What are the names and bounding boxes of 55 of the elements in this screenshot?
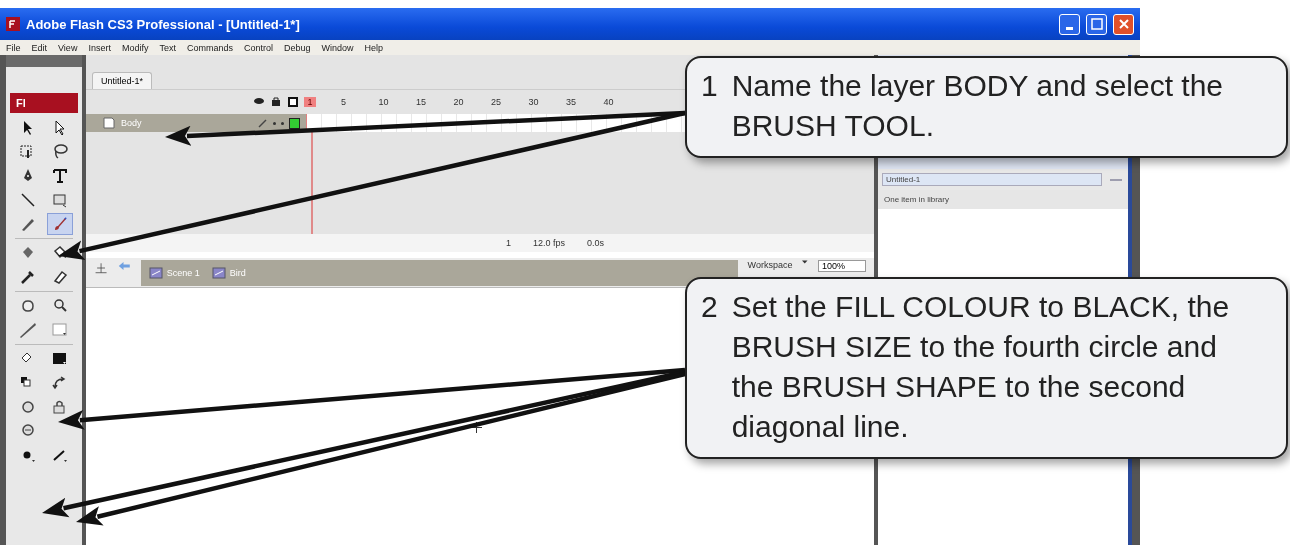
- menu-item[interactable]: Control: [243, 42, 273, 53]
- window-title: Adobe Flash CS3 Professional - [Untitled-1*]: [26, 16, 301, 32]
- app-icon: [6, 17, 20, 31]
- document-dropdown[interactable]: Untitled-1: [882, 173, 1102, 186]
- pencil-icon: [18, 320, 38, 340]
- symbol-icon: [211, 267, 226, 279]
- menu-item[interactable]: Commands: [186, 42, 233, 53]
- callout-text: Set the FILL COLOUR to BLACK, the BRUSH SIZE to the fourth circle and the BRUSH SHAPE to the second diagonal line.: [731, 289, 1231, 445]
- dot-icon: [273, 121, 276, 125]
- zoom-field[interactable]: 100%: [817, 260, 866, 272]
- timeline-status: 12.0 fps: [533, 238, 566, 248]
- timeline-status: 0.0s: [587, 238, 605, 248]
- scene-icon: [148, 267, 163, 279]
- menu-item[interactable]: Insert: [88, 42, 111, 53]
- close-button[interactable]: [1113, 13, 1134, 35]
- maximize-button[interactable]: [1086, 13, 1107, 35]
- lock-icon: [272, 97, 280, 106]
- close-icon: [1117, 18, 1130, 30]
- menu-item[interactable]: Window: [321, 42, 354, 53]
- minimize-button[interactable]: [1059, 13, 1080, 35]
- frame-number: 25: [491, 97, 502, 107]
- outline-color-icon: [289, 117, 300, 129]
- frame-number: 15: [416, 97, 427, 107]
- pencil-icon: [258, 118, 268, 128]
- dot-icon: [281, 121, 284, 125]
- workspace-menu[interactable]: Workspace: [747, 260, 793, 270]
- frame-number: 20: [453, 97, 465, 107]
- frame-number: 30: [528, 97, 540, 107]
- step-number: 1: [701, 68, 718, 104]
- text-icon: [50, 166, 70, 186]
- app-logo: Fl: [10, 93, 78, 113]
- maximize-icon: [1090, 18, 1103, 30]
- timeline-status: 1: [506, 238, 511, 248]
- menu-item[interactable]: Debug: [283, 42, 311, 53]
- menu-item[interactable]: Text: [159, 42, 176, 53]
- frame-number: 5: [341, 97, 347, 107]
- frame-number: 1: [304, 97, 316, 107]
- minimize-icon: [1066, 26, 1073, 30]
- menu-item[interactable]: File: [6, 42, 21, 53]
- callout-text: Name the layer BODY and select the BRUSH TOOL.: [731, 68, 1225, 144]
- step-number: 2: [701, 289, 718, 325]
- menu-item[interactable]: Modify: [121, 42, 149, 53]
- frame-number: 40: [603, 97, 615, 107]
- frame-number: 35: [566, 97, 577, 107]
- eye-icon: [254, 97, 264, 105]
- menu-item[interactable]: View: [58, 42, 78, 53]
- dropdown-arrow-icon[interactable]: [802, 260, 808, 264]
- menu-item[interactable]: Edit: [31, 42, 48, 53]
- library-count: One item in library: [878, 190, 1128, 209]
- timeline-toggle-icon[interactable]: [94, 260, 109, 276]
- document-tab[interactable]: Untitled-1*: [92, 72, 153, 89]
- outline-icon: [288, 97, 298, 107]
- menu-item[interactable]: Help: [364, 42, 384, 53]
- page-icon: [102, 116, 116, 130]
- frame-number: 10: [378, 97, 390, 107]
